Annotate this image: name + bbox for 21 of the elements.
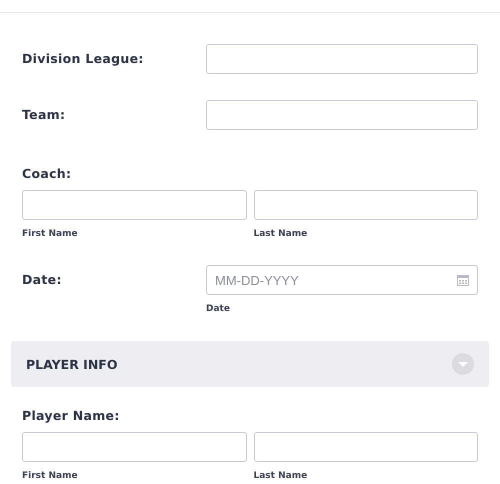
field-label: Player Name: [22,408,121,424]
field-label: Coach: [22,166,72,182]
calendar-icon[interactable] [457,275,469,286]
field-sublabel: First Name [22,471,79,481]
field-label: Team: [22,106,66,124]
date-field[interactable]: MM-DD-YYYY [206,265,478,295]
input-field[interactable] [206,44,478,74]
input-field[interactable] [206,100,478,130]
section-title: PLAYER INFO [26,356,118,372]
field-sublabel: First Name [22,229,79,239]
field-label: Division League: [22,50,145,68]
input-field[interactable] [22,432,246,462]
field-sublabel: Last Name [254,229,308,239]
field-label: Date: [22,271,63,289]
input-field[interactable] [254,190,478,220]
field-sublabel: Date [206,304,231,314]
input-field[interactable] [22,190,246,220]
field-sublabel: Last Name [254,471,308,481]
section-header[interactable]: PLAYER INFO [11,341,489,387]
input-field[interactable] [254,432,478,462]
chevron-down-icon[interactable] [452,353,474,375]
